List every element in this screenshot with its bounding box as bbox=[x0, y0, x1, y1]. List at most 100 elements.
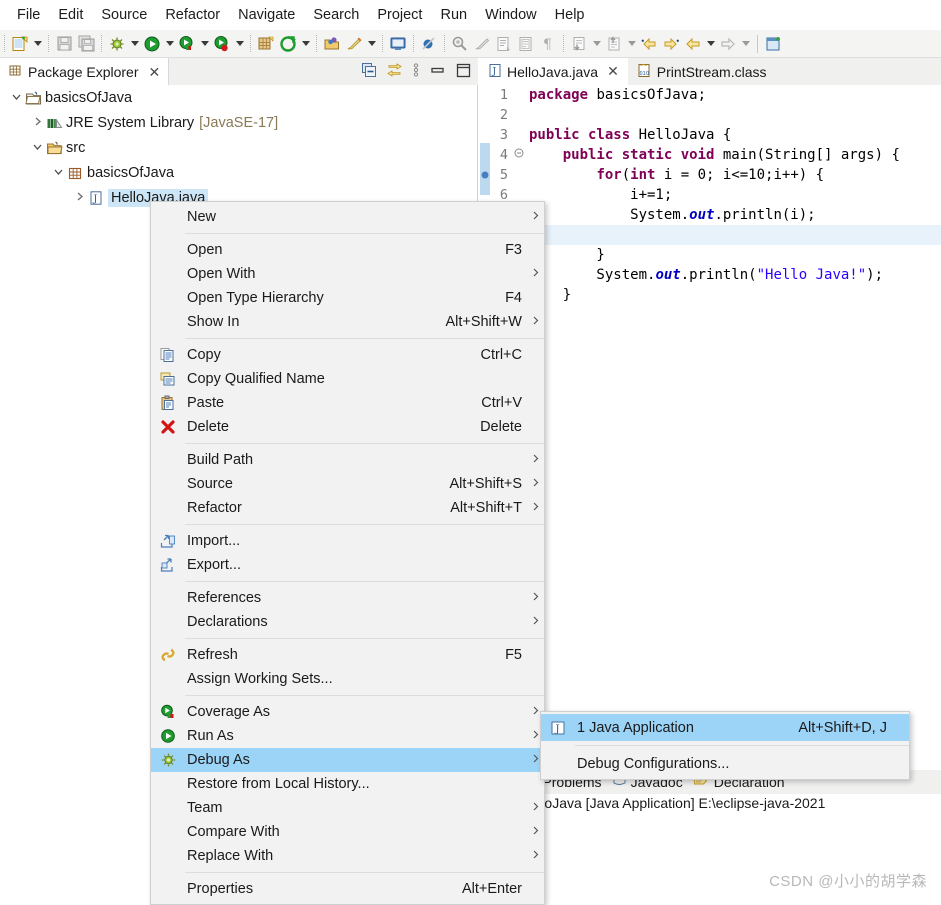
ctx-run-as[interactable]: Run As bbox=[151, 724, 544, 748]
ctx-replace-with[interactable]: Replace With bbox=[151, 844, 544, 868]
menu-refactor[interactable]: Refactor bbox=[156, 5, 229, 25]
code-line[interactable]: 10 System.out.println("Hello Java!"); bbox=[479, 265, 941, 285]
chevron-down-icon[interactable] bbox=[29, 141, 45, 155]
menu-search[interactable]: Search bbox=[304, 5, 368, 25]
tree-item-basicsofjava[interactable]: basicsOfJava bbox=[0, 160, 477, 185]
ctx-new[interactable]: New bbox=[151, 205, 544, 229]
new-java-package-icon[interactable] bbox=[255, 33, 277, 55]
ctx-assign-working-sets[interactable]: Assign Working Sets... bbox=[151, 667, 544, 691]
ctx-copy-qualified-name[interactable]: Copy Qualified Name bbox=[151, 367, 544, 391]
submenu-java-application[interactable]: J 1 Java Application Alt+Shift+D, J bbox=[541, 714, 909, 741]
chevron-right-icon[interactable] bbox=[29, 116, 45, 130]
code-line[interactable]: 9 } bbox=[479, 245, 941, 265]
run-dropdown-arrow[interactable] bbox=[163, 33, 176, 55]
previous-annotation-icon[interactable] bbox=[515, 33, 537, 55]
chevron-down-icon[interactable] bbox=[50, 166, 66, 180]
close-icon[interactable]: ✕ bbox=[149, 65, 161, 79]
last-edit-location-icon[interactable] bbox=[568, 33, 590, 55]
view-menu-icon[interactable] bbox=[412, 62, 420, 81]
toggle-mark-occurrences-icon[interactable]: ¶ bbox=[537, 33, 559, 55]
search-icon[interactable] bbox=[343, 33, 365, 55]
debug-dropdown-arrow[interactable] bbox=[128, 33, 141, 55]
forward-dropdown-arrow[interactable] bbox=[739, 33, 752, 55]
menu-run[interactable]: Run bbox=[431, 5, 476, 25]
save-icon[interactable] bbox=[53, 33, 75, 55]
coverage-dropdown-arrow[interactable] bbox=[198, 33, 211, 55]
next-edit-icon[interactable] bbox=[660, 33, 682, 55]
code-line[interactable]: 8 bbox=[479, 225, 941, 245]
code-line[interactable]: 11 } bbox=[479, 285, 941, 305]
save-all-icon[interactable] bbox=[75, 33, 97, 55]
new-java-class-icon[interactable] bbox=[277, 33, 299, 55]
open-declaration-dropdown-arrow[interactable] bbox=[625, 33, 638, 55]
open-declaration-icon[interactable] bbox=[603, 33, 625, 55]
last-edit-location-dropdown-arrow[interactable] bbox=[590, 33, 603, 55]
ctx-references[interactable]: References bbox=[151, 586, 544, 610]
menu-navigate[interactable]: Navigate bbox=[229, 5, 304, 25]
ctx-source[interactable]: Source Alt+Shift+S bbox=[151, 472, 544, 496]
open-type-icon[interactable] bbox=[321, 33, 343, 55]
ctx-show-in[interactable]: Show In Alt+Shift+W bbox=[151, 310, 544, 334]
tree-item-src[interactable]: src bbox=[0, 135, 477, 160]
ctx-refactor[interactable]: Refactor Alt+Shift+T bbox=[151, 496, 544, 520]
minimize-icon[interactable] bbox=[429, 63, 446, 80]
skip-breakpoints-icon[interactable] bbox=[418, 33, 440, 55]
menu-edit[interactable]: Edit bbox=[49, 5, 92, 25]
ctx-copy[interactable]: Copy Ctrl+C bbox=[151, 343, 544, 367]
ctx-declarations[interactable]: Declarations bbox=[151, 610, 544, 634]
code-line[interactable]: 7 System.out.println(i); bbox=[479, 205, 941, 225]
ctx-refresh[interactable]: Refresh F5 bbox=[151, 643, 544, 667]
new-file-dropdown-arrow[interactable] bbox=[31, 33, 44, 55]
tab-package-explorer[interactable]: Package Explorer ✕ bbox=[0, 58, 170, 85]
debug-icon[interactable] bbox=[106, 33, 128, 55]
ctx-properties[interactable]: Properties Alt+Enter bbox=[151, 877, 544, 901]
search-dropdown-arrow[interactable] bbox=[365, 33, 378, 55]
code-line[interactable]: 1 package basicsOfJava; bbox=[479, 85, 941, 105]
back-dropdown-arrow[interactable] bbox=[704, 33, 717, 55]
ctx-team[interactable]: Team bbox=[151, 796, 544, 820]
link-with-editor-icon[interactable] bbox=[386, 62, 403, 81]
code-line[interactable]: 6 i+=1; bbox=[479, 185, 941, 205]
next-annotation-icon[interactable] bbox=[493, 33, 515, 55]
chevron-down-icon[interactable] bbox=[8, 91, 24, 105]
chevron-right-icon[interactable] bbox=[71, 191, 87, 205]
run-last-tool-dropdown-arrow[interactable] bbox=[233, 33, 246, 55]
new-java-class-dropdown-arrow[interactable] bbox=[299, 33, 312, 55]
terminal-icon[interactable] bbox=[387, 33, 409, 55]
debug-as-submenu[interactable]: J 1 Java Application Alt+Shift+D, J Debug C… bbox=[540, 711, 910, 780]
tab-hellojava-java[interactable]: J HelloJava.java ✕ bbox=[479, 58, 628, 85]
ctx-compare-with[interactable]: Compare With bbox=[151, 820, 544, 844]
previous-edit-icon[interactable] bbox=[638, 33, 660, 55]
ctx-export[interactable]: Export... bbox=[151, 553, 544, 577]
code-line[interactable]: 5 for(int i = 0; i<=10;i++) { bbox=[479, 165, 941, 185]
ctx-import[interactable]: Import... bbox=[151, 529, 544, 553]
code-line[interactable]: 4 public static void main(String[] args)… bbox=[479, 145, 941, 165]
context-menu[interactable]: New Open F3 Open With Open Type Hierarchy F4 S… bbox=[150, 201, 545, 905]
code-line[interactable]: 2 bbox=[479, 105, 941, 125]
run-last-tool-icon[interactable] bbox=[211, 33, 233, 55]
ctx-debug-as[interactable]: Debug As bbox=[151, 748, 544, 772]
tab-printstream-class[interactable]: 010 PrintStream.class bbox=[628, 58, 776, 85]
maximize-icon[interactable] bbox=[455, 63, 472, 81]
tree-item-basicsofjava[interactable]: basicsOfJava bbox=[0, 85, 477, 110]
back-icon[interactable] bbox=[682, 33, 704, 55]
menu-project[interactable]: Project bbox=[368, 5, 431, 25]
forward-icon[interactable] bbox=[717, 33, 739, 55]
collapse-all-icon[interactable] bbox=[361, 62, 377, 81]
ctx-coverage-as[interactable]: Coverage As bbox=[151, 700, 544, 724]
coverage-icon[interactable] bbox=[176, 33, 198, 55]
code-line[interactable]: 3 public class HelloJava { bbox=[479, 125, 941, 145]
ctx-open-with[interactable]: Open With bbox=[151, 262, 544, 286]
menu-help[interactable]: Help bbox=[546, 5, 594, 25]
ctx-build-path[interactable]: Build Path bbox=[151, 448, 544, 472]
ctx-delete[interactable]: Delete Delete bbox=[151, 415, 544, 439]
tree-item-jre-system-library[interactable]: JRE System Library [JavaSE-17] bbox=[0, 110, 477, 135]
fold-collapse-icon[interactable] bbox=[513, 145, 525, 165]
open-perspective-icon[interactable] bbox=[763, 33, 785, 55]
close-icon[interactable]: ✕ bbox=[607, 63, 619, 80]
ctx-paste[interactable]: Paste Ctrl+V bbox=[151, 391, 544, 415]
pin-editor-icon[interactable] bbox=[449, 33, 471, 55]
menu-file[interactable]: File bbox=[8, 5, 49, 25]
code-lines[interactable]: 1 package basicsOfJava; 2 3 public class Hel… bbox=[479, 85, 941, 305]
new-file-icon[interactable] bbox=[9, 33, 31, 55]
